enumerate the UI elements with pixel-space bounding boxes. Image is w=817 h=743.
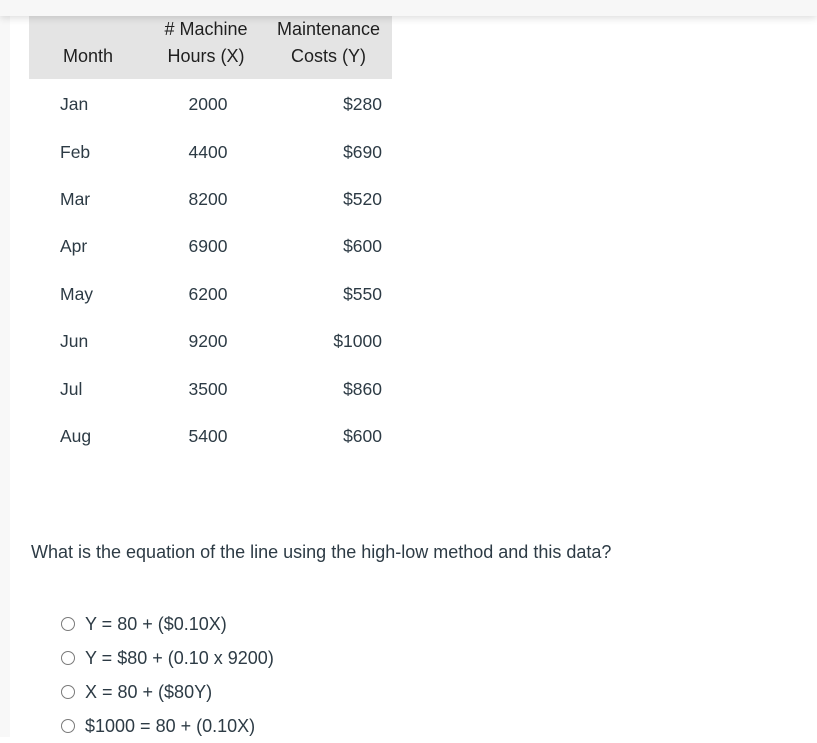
month-cell: Jan [60, 94, 89, 115]
machine-hours-cell: 6900 [188, 236, 228, 257]
answer-options: Y = 80 + ($0.10X) Y = $80 + (0.10 x 9200)… [61, 607, 274, 743]
answer-option-label: X = 80 + ($80Y) [85, 681, 213, 702]
answer-option-label: Y = 80 + ($0.10X) [85, 613, 227, 634]
table-row: Mar 8200 $520 [29, 176, 392, 223]
header-machine-hours: # Machine Hours (X) [147, 16, 265, 79]
answer-option-label: Y = $80 + (0.10 x 9200) [85, 647, 274, 668]
maintenance-cost-cell: $520 [343, 188, 382, 209]
maintenance-cost-cell: $550 [343, 283, 382, 304]
answer-option[interactable]: Y = $80 + (0.10 x 9200) [61, 641, 274, 675]
data-table: Month # Machine Hours (X) Maintenance Co… [29, 16, 392, 460]
month-cell: Feb [60, 141, 91, 162]
table-row: Jun 9200 $1000 [29, 318, 392, 365]
machine-hours-cell: 5400 [188, 425, 228, 446]
radio-button[interactable] [61, 685, 75, 699]
header-month: Month [29, 16, 147, 79]
top-bar [0, 0, 817, 16]
month-cell: Mar [60, 188, 91, 209]
table-header-row: Month # Machine Hours (X) Maintenance Co… [29, 16, 392, 79]
maintenance-cost-cell: $280 [343, 94, 382, 115]
header-hours-line2: Hours (X) [167, 46, 245, 66]
table-row: Jul 3500 $860 [29, 365, 392, 412]
question-text: What is the equation of the line using t… [31, 542, 612, 562]
answer-option[interactable]: $1000 = 80 + (0.10X) [61, 709, 274, 743]
machine-hours-cell: 4400 [188, 141, 228, 162]
maintenance-cost-cell: $600 [343, 425, 382, 446]
header-maintenance-costs: Maintenance Costs (Y) [265, 16, 392, 79]
month-cell: Jun [60, 331, 89, 352]
header-cost-line2: Costs (Y) [290, 46, 366, 66]
maintenance-cost-cell: $1000 [333, 331, 382, 352]
month-cell: Apr [60, 236, 88, 257]
machine-hours-cell: 2000 [188, 94, 228, 115]
machine-hours-cell: 6200 [188, 283, 228, 304]
maintenance-cost-cell: $690 [343, 141, 382, 162]
answer-option-label: $1000 = 80 + (0.10X) [85, 715, 256, 736]
left-margin [0, 16, 10, 737]
machine-hours-cell: 3500 [188, 378, 228, 399]
table-row: May 6200 $550 [29, 271, 392, 318]
header-hours-line1: # Machine [164, 19, 248, 39]
month-cell: May [60, 283, 94, 304]
radio-button[interactable] [61, 617, 75, 631]
header-month-line2: Month [62, 46, 114, 66]
table-row: Apr 6900 $600 [29, 223, 392, 270]
answer-option[interactable]: Y = 80 + ($0.10X) [61, 607, 274, 641]
maintenance-cost-cell: $860 [343, 378, 382, 399]
table-row: Feb 4400 $690 [29, 128, 392, 175]
month-cell: Jul [60, 378, 83, 399]
table-row: Jan 2000 $280 [29, 79, 392, 128]
radio-button[interactable] [61, 651, 75, 665]
header-cost-line1: Maintenance [276, 19, 381, 39]
answer-option[interactable]: X = 80 + ($80Y) [61, 675, 274, 709]
machine-hours-cell: 9200 [188, 331, 228, 352]
maintenance-cost-cell: $600 [343, 236, 382, 257]
machine-hours-cell: 8200 [188, 188, 228, 209]
month-cell: Aug [60, 425, 92, 446]
radio-button[interactable] [61, 719, 75, 733]
table-row: Aug 5400 $600 [29, 413, 392, 460]
